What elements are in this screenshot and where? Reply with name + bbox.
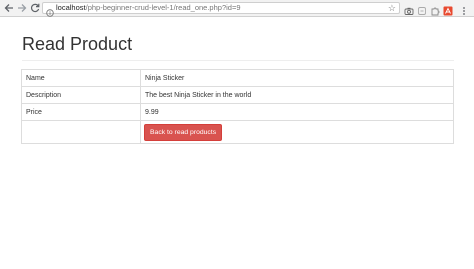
empty-cell [21, 120, 141, 144]
page-title: Read Product [22, 34, 133, 54]
pdf-extension-icon[interactable] [443, 3, 453, 16]
table-row: Description The best Ninja Sticker in th… [21, 86, 454, 104]
table-row: Price 9.99 [21, 103, 454, 121]
page-header: Read Product [22, 34, 454, 61]
forward-arrow-icon[interactable] [16, 2, 28, 14]
product-detail-table: Name Ninja Sticker Description The best … [21, 69, 454, 144]
name-value: Ninja Sticker [140, 69, 454, 87]
back-arrow-icon[interactable] [3, 2, 15, 14]
url-text: localhost/php-beginner-crud-level-1/read… [56, 3, 241, 13]
back-to-read-products-button[interactable]: Back to read products [144, 123, 223, 141]
description-label: Description [21, 86, 141, 104]
page-info-icon[interactable] [46, 4, 54, 17]
url-host: localhost [56, 3, 86, 12]
browser-toolbar: localhost/php-beginner-crud-level-1/read… [0, 0, 474, 17]
price-label: Price [21, 103, 141, 121]
reload-icon[interactable] [29, 2, 41, 14]
camera-extension-icon[interactable] [404, 3, 414, 15]
url-path: /php-beginner-crud-level-1/read_one.php?… [85, 3, 241, 12]
address-bar[interactable]: localhost/php-beginner-crud-level-1/read… [42, 2, 400, 17]
table-row: Name Ninja Sticker [21, 69, 454, 87]
table-row: Back to read products [21, 120, 454, 144]
bookmark-star-icon[interactable]: ☆ [388, 3, 396, 13]
menu-kebab-icon[interactable] [459, 3, 469, 15]
name-label: Name [21, 69, 141, 87]
price-value: 9.99 [140, 103, 454, 121]
description-value: The best Ninja Sticker in the world [140, 86, 454, 104]
puzzle-extension-icon[interactable] [430, 3, 440, 16]
action-cell: Back to read products [140, 120, 454, 144]
extension-icon[interactable] [417, 3, 427, 15]
